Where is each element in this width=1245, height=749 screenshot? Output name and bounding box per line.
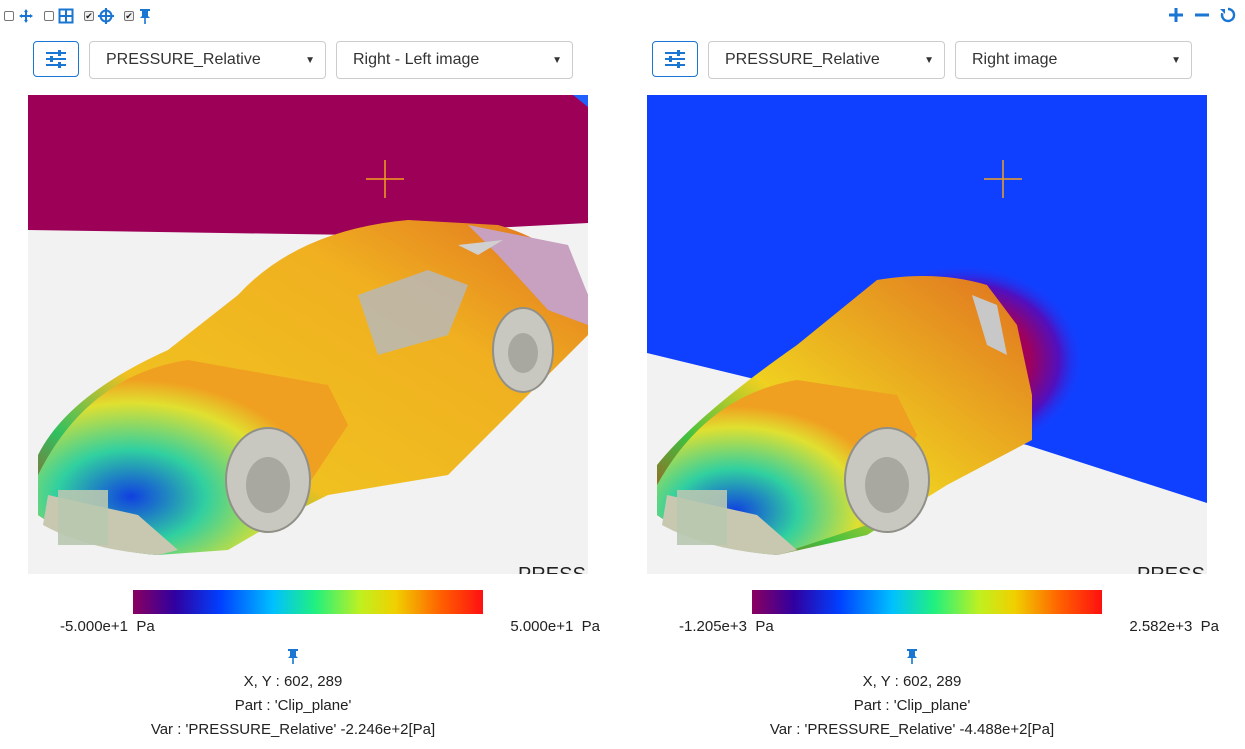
legend-min-value: -1.205e+3 bbox=[679, 618, 747, 635]
viewport-watermark: PRESS bbox=[518, 564, 586, 574]
left-view-panel: PRESSURE_Relative ▼ Right - Left image ▼ bbox=[28, 40, 628, 749]
probe-info: X, Y : 602, 289 Part : 'Clip_plane' Var … bbox=[647, 648, 1177, 742]
clip-plane-shape bbox=[28, 95, 588, 235]
variable-select[interactable]: PRESSURE_Relative ▼ bbox=[89, 41, 326, 79]
probe-xy: X, Y : 602, 289 bbox=[862, 673, 962, 690]
grid-icon[interactable] bbox=[58, 8, 74, 24]
sliders-icon bbox=[665, 50, 685, 68]
probe-part: Part : 'Clip_plane' bbox=[853, 697, 971, 714]
probe-xy: X, Y : 602, 289 bbox=[243, 673, 343, 690]
image-mode-select-value: Right - Left image bbox=[353, 51, 480, 68]
crosshair-toggle-checkbox[interactable]: ✔ bbox=[84, 11, 94, 21]
options-button[interactable] bbox=[33, 41, 79, 77]
legend-min-unit: Pa bbox=[136, 618, 155, 635]
legend-max-value: 2.582e+3 bbox=[1129, 618, 1193, 635]
legend-min-label: -5.000e+1 Pa bbox=[60, 618, 155, 635]
move-toggle-checkbox[interactable] bbox=[4, 11, 14, 21]
probe-var: Var : 'PRESSURE_Relative' -2.246e+2[Pa] bbox=[150, 721, 436, 738]
legend-max-unit: Pa bbox=[581, 618, 600, 635]
view-toolbar: ✔ ✔ bbox=[4, 8, 158, 24]
probe-part: Part : 'Clip_plane' bbox=[234, 697, 352, 714]
zoom-out-icon[interactable] bbox=[1193, 6, 1211, 24]
pin-toggle-checkbox[interactable]: ✔ bbox=[124, 11, 134, 21]
legend-min-unit: Pa bbox=[755, 618, 774, 635]
probe-info: X, Y : 602, 289 Part : 'Clip_plane' Var … bbox=[28, 648, 558, 742]
zoom-toolbar bbox=[1167, 6, 1237, 24]
image-mode-select-value: Right image bbox=[972, 51, 1058, 68]
probe-var: Var : 'PRESSURE_Relative' -4.488e+2[Pa] bbox=[769, 721, 1055, 738]
grid-toggle-checkbox[interactable] bbox=[44, 11, 54, 21]
variable-select-value: PRESSURE_Relative bbox=[106, 51, 261, 68]
variable-select-value: PRESSURE_Relative bbox=[725, 51, 880, 68]
chevron-down-icon: ▼ bbox=[552, 54, 562, 66]
zoom-in-icon[interactable] bbox=[1167, 6, 1185, 24]
move-icon[interactable] bbox=[18, 8, 34, 24]
render-viewport[interactable]: PRESS bbox=[28, 95, 588, 574]
options-button[interactable] bbox=[652, 41, 698, 77]
chevron-down-icon: ▼ bbox=[924, 54, 934, 66]
render-viewport[interactable]: PRESS bbox=[647, 95, 1207, 574]
legend-max-unit: Pa bbox=[1200, 618, 1219, 635]
image-mode-select[interactable]: Right - Left image ▼ bbox=[336, 41, 573, 79]
color-legend-bar bbox=[133, 590, 483, 614]
viewport-watermark: PRESS bbox=[1137, 564, 1205, 574]
legend-min-label: -1.205e+3 Pa bbox=[679, 618, 774, 635]
legend-max-value: 5.000e+1 bbox=[510, 618, 574, 635]
color-legend-bar bbox=[752, 590, 1102, 614]
pin-icon[interactable] bbox=[138, 8, 152, 24]
image-mode-select[interactable]: Right image ▼ bbox=[955, 41, 1192, 79]
legend-min-value: -5.000e+1 bbox=[60, 618, 128, 635]
legend-max-label: 2.582e+3 Pa bbox=[1129, 618, 1219, 635]
right-view-panel: PRESSURE_Relative ▼ Right image ▼ -1.205… bbox=[647, 40, 1245, 749]
chevron-down-icon: ▼ bbox=[305, 54, 315, 66]
reset-view-icon[interactable] bbox=[1219, 6, 1237, 24]
sliders-icon bbox=[46, 50, 66, 68]
variable-select[interactable]: PRESSURE_Relative ▼ bbox=[708, 41, 945, 79]
legend-max-label: 5.000e+1 Pa bbox=[510, 618, 600, 635]
crosshair-icon[interactable] bbox=[98, 8, 114, 24]
probe-pin-icon[interactable] bbox=[647, 648, 1177, 670]
chevron-down-icon: ▼ bbox=[1171, 54, 1181, 66]
probe-pin-icon[interactable] bbox=[28, 648, 558, 670]
